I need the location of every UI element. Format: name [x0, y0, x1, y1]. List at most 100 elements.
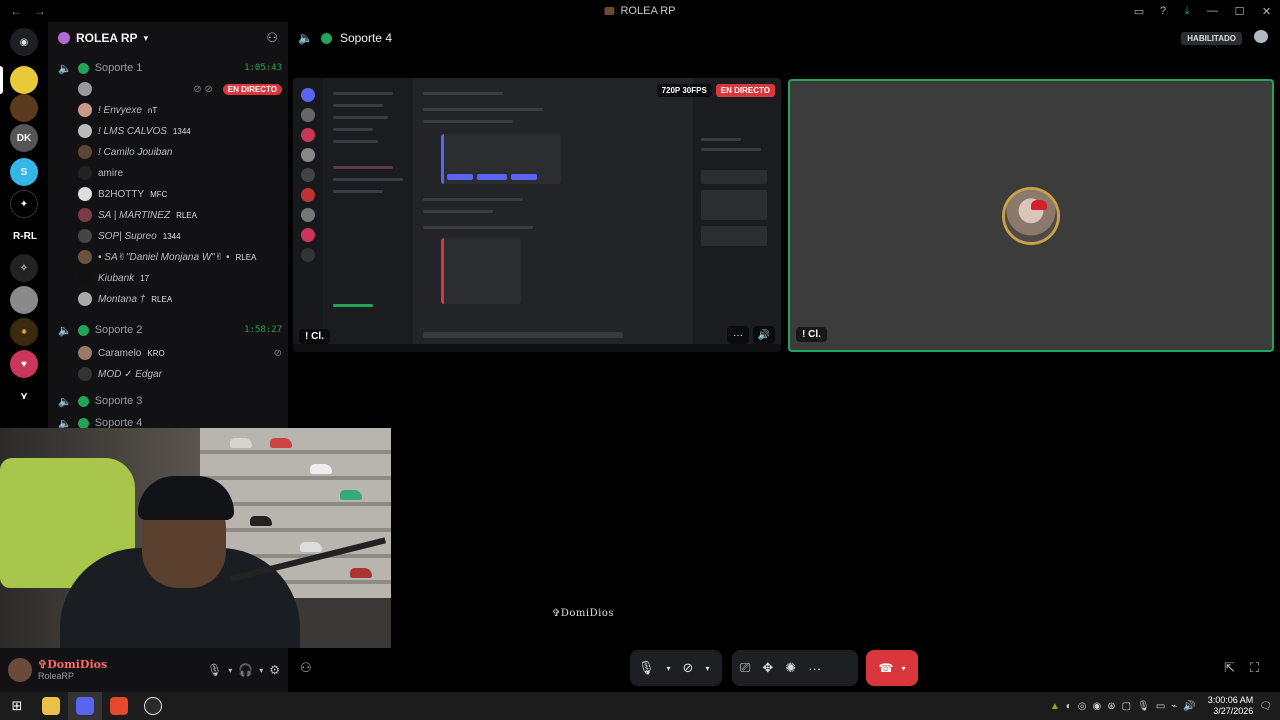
server-icon-2[interactable]	[10, 94, 38, 122]
voice-user[interactable]: SA | MARTINEZ RLEA	[78, 205, 282, 225]
microphone-icon[interactable]: 🎙	[638, 660, 655, 676]
server-icon-dk[interactable]: DK	[10, 124, 38, 152]
more-options-icon[interactable]: ···	[808, 661, 821, 676]
voice-user[interactable]: • SA✌"Daniel Monjana W"✌ • RLEA	[78, 247, 282, 267]
server-icon-rrl[interactable]: R-RL	[10, 222, 40, 250]
file-explorer-icon[interactable]	[34, 692, 68, 720]
add-people-icon[interactable]: ⚇	[300, 660, 312, 676]
chat-bubble-icon[interactable]	[1254, 30, 1268, 43]
minimize-button[interactable]: —	[1199, 0, 1226, 22]
invite-people-icon[interactable]: ⚇	[266, 30, 278, 46]
server-mini-icon	[604, 7, 615, 15]
tray-app-icon[interactable]: ◐	[1066, 701, 1072, 712]
voice-user[interactable]: ! Envyexe nT	[78, 100, 282, 120]
webcam-shoe	[340, 490, 362, 500]
microphone-icon[interactable]: 🎙	[207, 663, 222, 677]
tray-app-icon[interactable]: ◎	[1078, 701, 1087, 712]
server-icon-1[interactable]	[10, 66, 38, 94]
participant-tile[interactable]: ! Cl.	[788, 79, 1274, 352]
voice-user[interactable]: B2HOTTY MFC	[78, 184, 282, 204]
clock[interactable]: 3:00:06 AM 3/27/2026	[1208, 695, 1254, 717]
user-panel-controls: 🎙 ▾ 🎧 ▾ ⚙	[207, 663, 280, 677]
help-icon[interactable]: ?	[1151, 0, 1175, 22]
volume-icon[interactable]: 🔊	[1183, 701, 1195, 712]
server-icon-7[interactable]: ✧	[10, 254, 38, 282]
voice-user[interactable]: Caramelo KRO ⊘	[78, 343, 282, 363]
voice-user[interactable]: ! Camilo Jouiban	[78, 142, 282, 162]
voice-channel-soporte-3[interactable]: 🔈 Soporte 3	[58, 391, 282, 411]
user-panel-status: RoleaRP	[38, 671, 75, 682]
user-name: Kiubank	[98, 272, 135, 284]
stream-line	[423, 92, 503, 95]
discord-app-icon[interactable]	[68, 692, 102, 720]
discord-home-icon[interactable]: ◉	[10, 28, 38, 56]
voice-user[interactable]: ! LMS CALVOS 1344	[78, 121, 282, 141]
user-panel-name: ✞DomiDios	[38, 657, 108, 671]
server-header[interactable]: ROLEA RP ▾ ⚇	[48, 22, 288, 54]
voice-user[interactable]: ⊘ ⊘ EN DIRECTO	[78, 79, 282, 99]
webcam-shoe	[350, 568, 372, 578]
headphones-icon[interactable]: 🎧	[238, 663, 253, 677]
screen-share-icon[interactable]: ⎚	[740, 660, 750, 676]
voice-channel-soporte-2[interactable]: 🔈 Soporte 2 1:58:27	[58, 320, 282, 340]
disconnect-button[interactable]: ☎ ▾	[866, 650, 918, 686]
download-icon[interactable]: ⤓	[1175, 0, 1199, 22]
server-icon-5[interactable]: ✦	[10, 190, 38, 218]
more-options-icon[interactable]: ···	[727, 326, 749, 344]
stream-line	[423, 198, 523, 201]
voice-channel-soporte-1[interactable]: 🔈 Soporte 1 1:05:43	[58, 58, 282, 78]
activities-icon[interactable]: ✥	[762, 660, 773, 676]
obs-app-icon[interactable]	[136, 692, 170, 720]
soundboard-icon[interactable]: ✺	[785, 660, 796, 676]
tray-app-icon[interactable]: ◉	[1093, 701, 1102, 712]
voice-user[interactable]: amire	[78, 163, 282, 183]
voice-user[interactable]: Kiubank 17	[78, 268, 282, 288]
voice-user[interactable]: SOP| Supreo 1344	[78, 226, 282, 246]
voice-user[interactable]: MOD ✓ Edgar	[78, 364, 282, 384]
stream-server-icon	[301, 208, 315, 222]
user-tag: MFC	[150, 189, 168, 199]
voice-user[interactable]: Montana † RLEA	[78, 289, 282, 309]
chevron-down-icon[interactable]: ▾	[705, 664, 709, 673]
stream-tile[interactable]: 720P 30FPS EN DIRECTO ! Cl. ··· 🔊	[293, 78, 781, 352]
maximize-button[interactable]: ☐	[1226, 0, 1253, 22]
server-icon-11[interactable]: ⋎	[10, 382, 38, 410]
forward-arrow-icon[interactable]: →	[34, 4, 46, 18]
chevron-down-icon[interactable]: ▾	[228, 666, 232, 675]
server-icon-8[interactable]	[10, 286, 38, 314]
server-icon-9[interactable]: ✺	[10, 318, 38, 346]
user-tag: 17	[140, 273, 150, 283]
nvidia-icon[interactable]: ▲	[1050, 701, 1060, 712]
close-button[interactable]: ✕	[1253, 0, 1280, 22]
chevron-down-icon[interactable]: ▾	[667, 664, 671, 673]
notification-icon[interactable]: 🗨	[1259, 701, 1272, 712]
avatar	[78, 124, 92, 138]
server-selected-pill	[0, 66, 3, 94]
avatar	[78, 271, 92, 285]
enabled-badge[interactable]: HABILITADO	[1181, 32, 1242, 45]
camera-off-icon[interactable]: ⊘	[683, 660, 694, 676]
network-icon[interactable]: ⌁	[1171, 701, 1177, 712]
tray-app-icon[interactable]: ▭	[1156, 701, 1165, 712]
stream-line	[333, 116, 388, 119]
brave-browser-icon[interactable]	[102, 692, 136, 720]
microphone-icon[interactable]: 🎙	[1137, 701, 1150, 712]
tray-app-icon[interactable]: ▢	[1122, 701, 1131, 712]
fullscreen-icon[interactable]: ⛶	[1250, 660, 1259, 676]
volume-icon[interactable]: 🔊	[753, 326, 775, 344]
server-icon-4[interactable]: S	[10, 158, 38, 186]
inbox-icon[interactable]: ▭	[1127, 0, 1151, 22]
user-panel-text[interactable]: ✞DomiDios RoleaRP	[38, 657, 108, 682]
stream-line	[701, 148, 761, 151]
chevron-down-icon[interactable]: ▾	[259, 666, 263, 675]
back-arrow-icon[interactable]: ←	[10, 4, 22, 18]
server-icon-10[interactable]: ♥	[10, 350, 38, 378]
tray-app-icon[interactable]: ⊛	[1107, 701, 1115, 712]
pop-out-icon[interactable]: ⇱	[1224, 660, 1235, 676]
user-name: ! Camilo Jouiban	[98, 146, 173, 158]
connected-dot-icon	[77, 62, 89, 74]
windows-start-icon[interactable]: ⊞	[0, 692, 34, 720]
avatar[interactable]	[8, 658, 32, 682]
title-bar: ← → ROLEA RP ▭ ? ⤓ — ☐ ✕	[0, 0, 1280, 22]
gear-icon[interactable]: ⚙	[269, 663, 280, 677]
